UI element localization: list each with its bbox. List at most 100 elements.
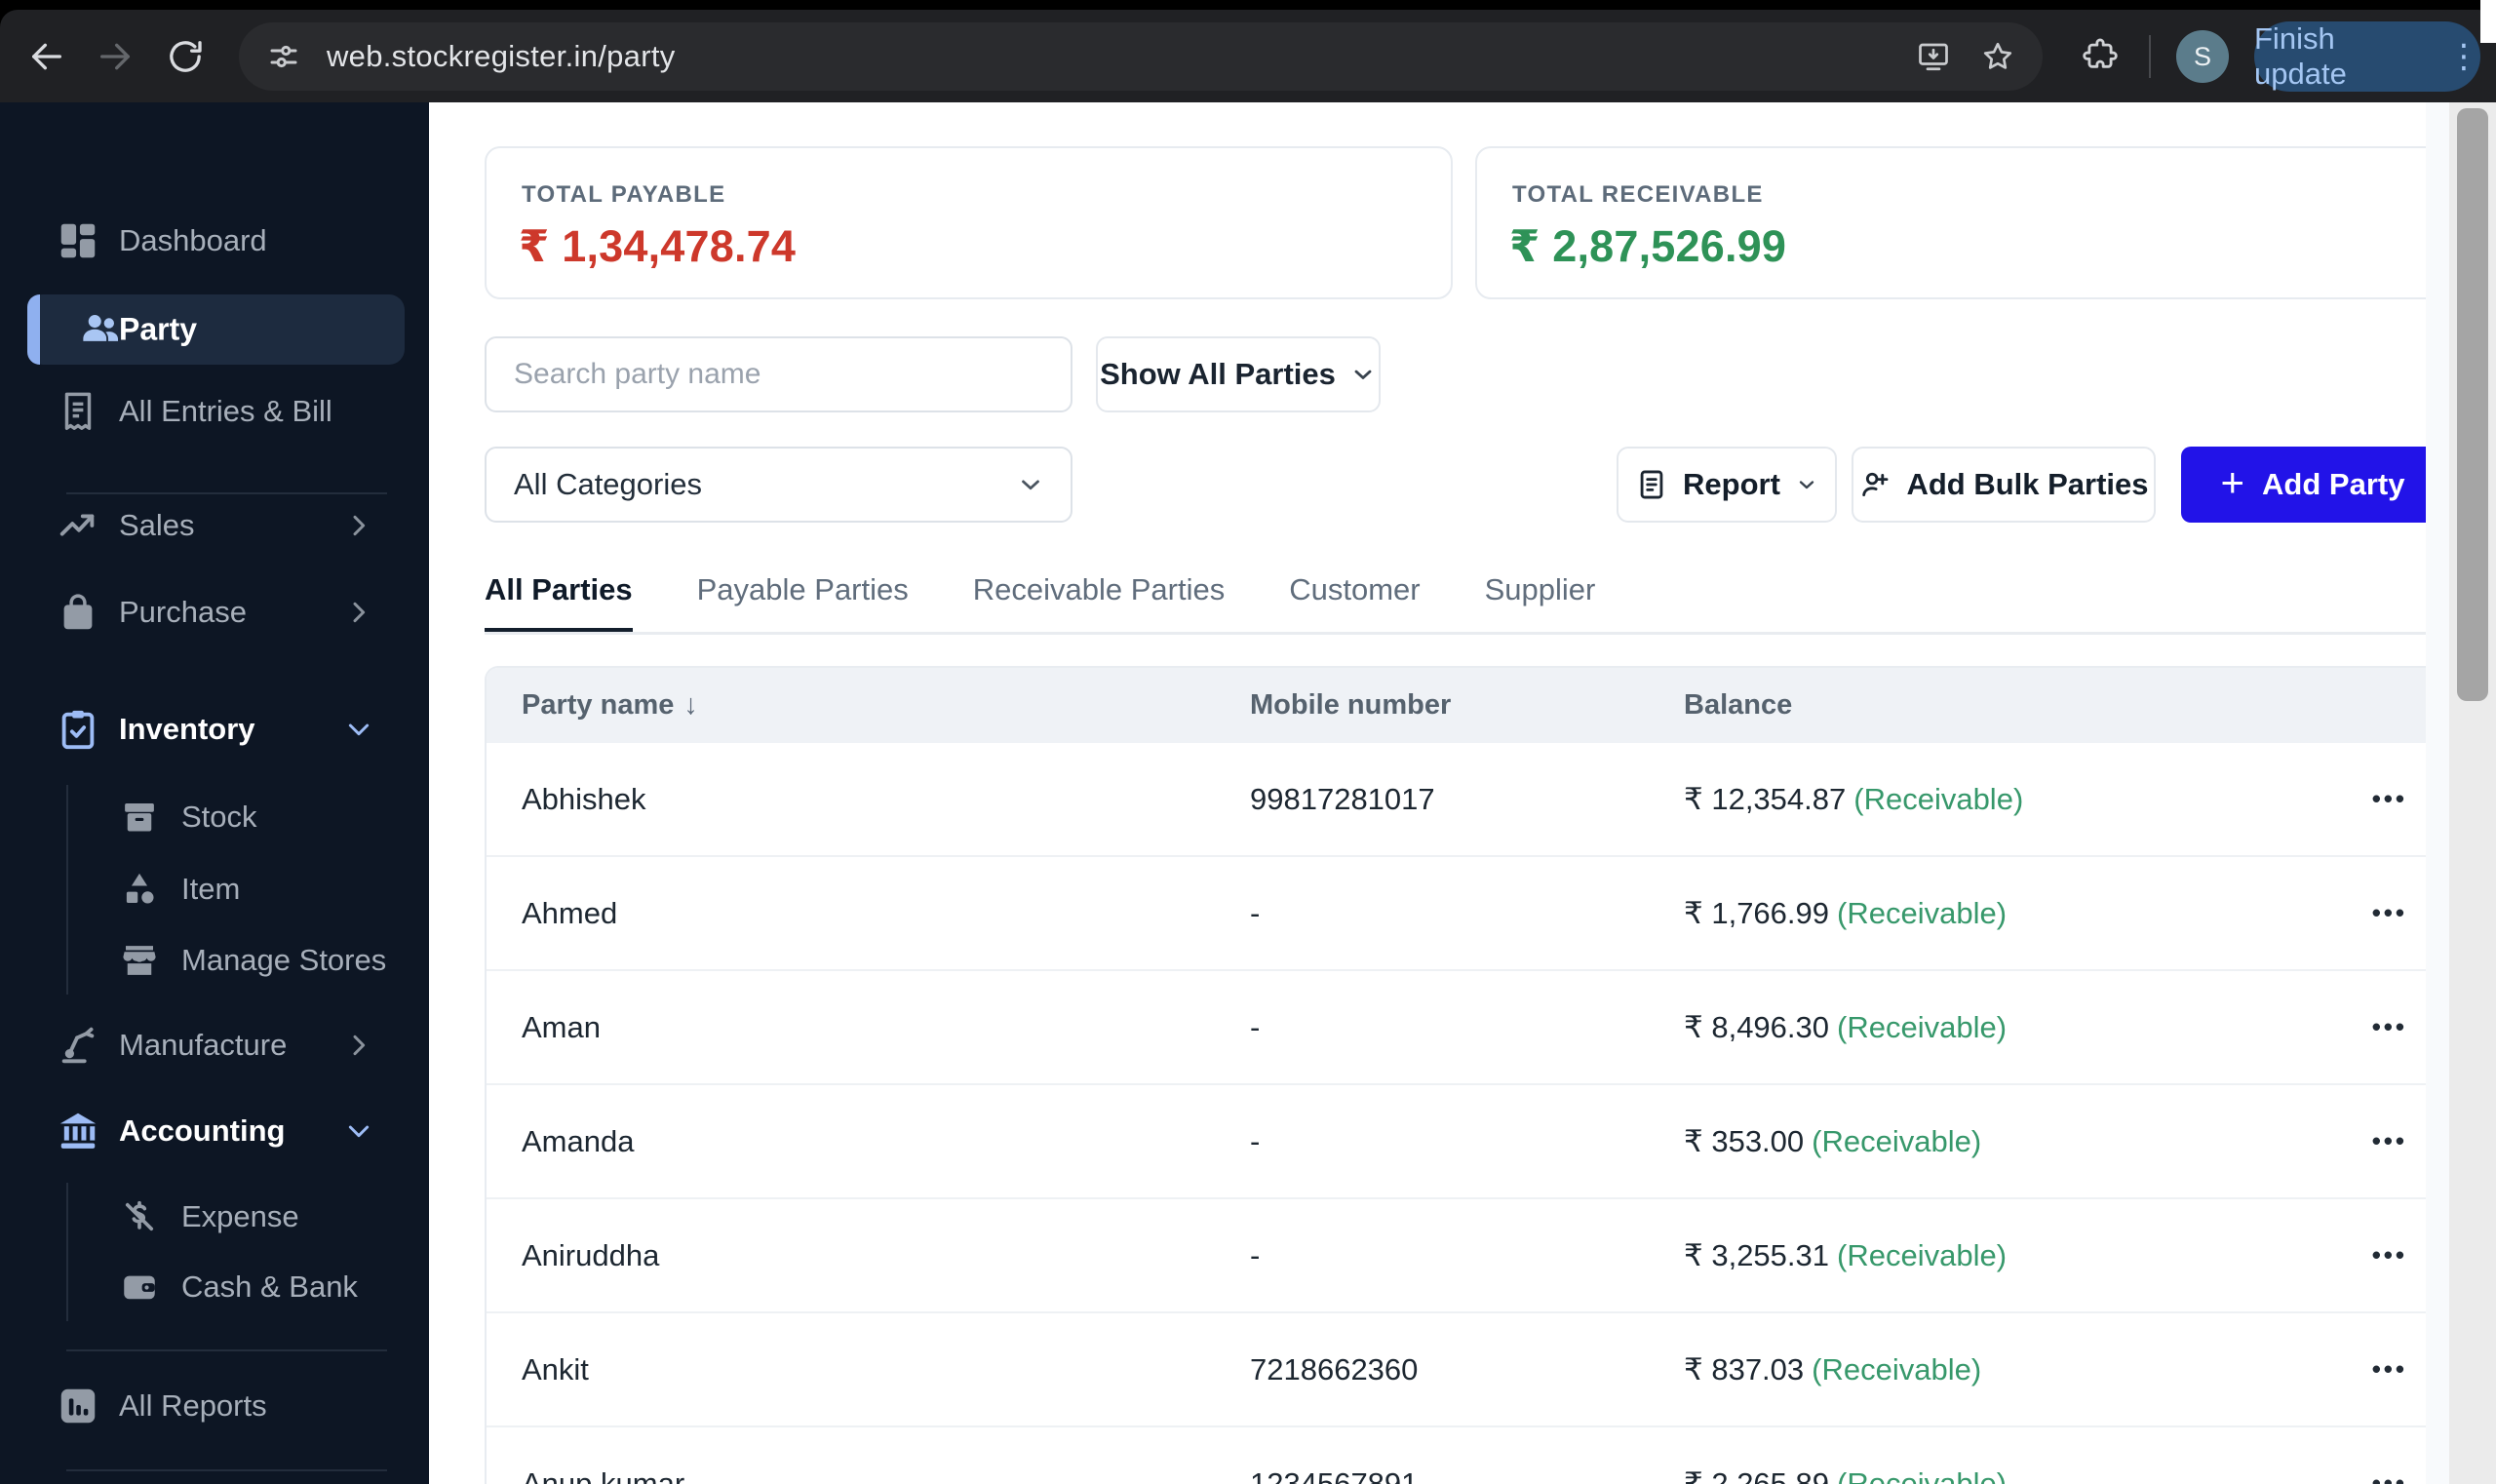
scrollbar-thumb[interactable] bbox=[2457, 108, 2488, 701]
balance-cell: ₹ 12,354.87 (Receivable) bbox=[1684, 781, 2024, 816]
dashboard-icon bbox=[56, 218, 100, 263]
reports-chart-icon bbox=[56, 1384, 100, 1428]
browser-toolbar: web.stockregister.in/party S Finish upda… bbox=[0, 10, 2496, 102]
bookmark-star-icon[interactable] bbox=[1980, 39, 2015, 74]
sidebar-item-all-reports[interactable]: All Reports bbox=[0, 1374, 429, 1438]
site-info-icon[interactable] bbox=[266, 39, 301, 74]
balance-cell: ₹ 2,265.89 (Receivable) bbox=[1684, 1465, 2008, 1484]
tab-receivable-parties[interactable]: Receivable Parties bbox=[973, 572, 1225, 635]
browser-chrome: web.stockregister.in/party S Finish upda… bbox=[0, 0, 2496, 102]
chrome-menu-icon[interactable]: ⋮ bbox=[2447, 40, 2480, 73]
show-all-parties-dropdown[interactable]: Show All Parties bbox=[1096, 336, 1381, 412]
sidebar-item-expense[interactable]: Expense bbox=[0, 1185, 429, 1249]
sidebar-item-sales[interactable]: Sales bbox=[0, 493, 429, 558]
bill-receipt-icon bbox=[56, 389, 100, 434]
store-icon bbox=[119, 940, 160, 981]
total-receivable-label: TOTAL RECEIVABLE bbox=[1512, 181, 1764, 208]
sidebar-item-all-entries[interactable]: All Entries & Bill bbox=[0, 379, 429, 444]
screen: web.stockregister.in/party S Finish upda… bbox=[0, 0, 2496, 1484]
column-party-name[interactable]: Party name ↓ bbox=[522, 689, 1250, 722]
balance-cell: ₹ 353.00 (Receivable) bbox=[1684, 1123, 1982, 1158]
mobile-number-cell: 99817281017 bbox=[1250, 781, 1435, 816]
sales-trend-icon bbox=[56, 503, 100, 548]
add-party-button[interactable]: + Add Party bbox=[2181, 447, 2444, 523]
total-payable-card: TOTAL PAYABLE ₹ 1,34,478.74 bbox=[485, 146, 1453, 299]
row-menu-icon[interactable]: ••• bbox=[2308, 1240, 2407, 1270]
sidebar-item-item[interactable]: Item bbox=[0, 857, 429, 921]
party-name-cell: Anup kumar bbox=[522, 1465, 685, 1484]
table-row[interactable]: Abhishek 99817281017 ₹ 12,354.87 (Receiva… bbox=[487, 743, 2442, 857]
tab-supplier[interactable]: Supplier bbox=[1485, 572, 1596, 635]
mobile-number-cell: - bbox=[1250, 1123, 1261, 1158]
table-row[interactable]: Aman - ₹ 8,496.30 (Receivable) ••• bbox=[487, 971, 2442, 1085]
chevron-down-icon bbox=[1795, 473, 1818, 496]
table-row[interactable]: Amanda - ₹ 353.00 (Receivable) ••• bbox=[487, 1085, 2442, 1199]
tabs-underline bbox=[485, 632, 2444, 635]
party-name-cell: Ahmed bbox=[522, 895, 618, 930]
row-menu-icon[interactable]: ••• bbox=[2308, 1012, 2407, 1042]
table-row[interactable]: Anup kumar 1234567891 ₹ 2,265.89 (Receiva… bbox=[487, 1427, 2442, 1484]
sidebar-item-stock[interactable]: Stock bbox=[0, 785, 429, 849]
balance-cell: ₹ 837.03 (Receivable) bbox=[1684, 1351, 1982, 1386]
column-balance: Balance bbox=[1684, 689, 1793, 721]
page-scrollbar[interactable] bbox=[2449, 102, 2496, 1484]
url-bar[interactable]: web.stockregister.in/party bbox=[239, 22, 2043, 91]
table-row[interactable]: Ankit 7218662360 ₹ 837.03 (Receivable) ••… bbox=[487, 1313, 2442, 1427]
category-dropdown[interactable]: All Categories bbox=[485, 447, 1072, 523]
search-input[interactable] bbox=[485, 336, 1072, 412]
party-name-cell: Aman bbox=[522, 1009, 601, 1044]
mobile-number-cell: - bbox=[1250, 895, 1261, 930]
mobile-number-cell: 1234567891 bbox=[1250, 1465, 1419, 1484]
table-body: Abhishek 99817281017 ₹ 12,354.87 (Receiva… bbox=[487, 743, 2442, 1484]
table-header: Party name ↓ Mobile number Balance bbox=[487, 668, 2442, 743]
row-menu-icon[interactable]: ••• bbox=[2308, 1354, 2407, 1385]
reload-icon[interactable] bbox=[166, 37, 205, 76]
install-app-icon[interactable] bbox=[1916, 39, 1951, 74]
total-payable-label: TOTAL PAYABLE bbox=[522, 181, 726, 208]
sidebar-item-purchase[interactable]: Purchase bbox=[0, 580, 429, 644]
accounting-bank-icon bbox=[56, 1109, 100, 1153]
row-menu-icon[interactable]: ••• bbox=[2308, 1468, 2407, 1484]
tab-all-parties[interactable]: All Parties bbox=[485, 572, 633, 635]
sidebar-item-manage-stores[interactable]: Manage Stores bbox=[0, 928, 429, 993]
sidebar-item-manufacture[interactable]: Manufacture bbox=[0, 1013, 429, 1077]
finish-update-label: Finish update bbox=[2254, 21, 2347, 91]
mobile-number-cell: - bbox=[1250, 1009, 1261, 1044]
party-name-cell: Abhishek bbox=[522, 781, 646, 816]
row-menu-icon[interactable]: ••• bbox=[2308, 784, 2407, 814]
chevron-down-icon bbox=[1349, 361, 1377, 388]
party-tabs: All Parties Payable Parties Receivable P… bbox=[485, 572, 2444, 635]
sidebar-item-cash-bank[interactable]: Cash & Bank bbox=[0, 1255, 429, 1319]
total-payable-value: ₹ 1,34,478.74 bbox=[519, 221, 797, 271]
sort-desc-icon[interactable]: ↓ bbox=[683, 689, 698, 721]
mobile-number-cell: - bbox=[1250, 1237, 1261, 1272]
stock-box-icon bbox=[119, 797, 160, 838]
tab-payable-parties[interactable]: Payable Parties bbox=[697, 572, 909, 635]
add-bulk-parties-button[interactable]: Add Bulk Parties bbox=[1852, 447, 2156, 523]
party-people-icon bbox=[78, 307, 123, 352]
sidebar-item-dashboard[interactable]: Dashboard bbox=[0, 209, 429, 273]
active-accent-bar bbox=[27, 294, 40, 365]
sidebar-item-party[interactable]: Party bbox=[27, 294, 405, 365]
balance-cell: ₹ 3,255.31 (Receivable) bbox=[1684, 1237, 2008, 1272]
balance-cell: ₹ 1,766.99 (Receivable) bbox=[1684, 895, 2008, 930]
table-row[interactable]: Aniruddha - ₹ 3,255.31 (Receivable) ••• bbox=[487, 1199, 2442, 1313]
back-icon[interactable] bbox=[27, 37, 66, 76]
row-menu-icon[interactable]: ••• bbox=[2308, 1126, 2407, 1156]
finish-update-button[interactable]: Finish update ⋮ bbox=[2254, 21, 2480, 92]
forward-icon[interactable] bbox=[96, 37, 135, 76]
row-menu-icon[interactable]: ••• bbox=[2308, 898, 2407, 928]
report-button[interactable]: Report bbox=[1617, 447, 1837, 523]
chevron-right-icon bbox=[343, 510, 374, 541]
manufacture-robot-arm-icon bbox=[56, 1023, 100, 1068]
tab-customer[interactable]: Customer bbox=[1289, 572, 1420, 635]
sidebar-item-inventory[interactable]: Inventory bbox=[0, 697, 429, 762]
profile-avatar[interactable]: S bbox=[2176, 30, 2229, 83]
sidebar-item-accounting[interactable]: Accounting bbox=[0, 1099, 429, 1163]
chevron-right-icon bbox=[343, 1030, 374, 1061]
extensions-icon[interactable] bbox=[2082, 38, 2119, 75]
toolbar-separator bbox=[2149, 35, 2151, 78]
table-row[interactable]: Ahmed - ₹ 1,766.99 (Receivable) ••• bbox=[487, 857, 2442, 971]
parties-table: Party name ↓ Mobile number Balance Abhish… bbox=[485, 666, 2444, 1484]
content-gutter bbox=[2426, 102, 2449, 1484]
